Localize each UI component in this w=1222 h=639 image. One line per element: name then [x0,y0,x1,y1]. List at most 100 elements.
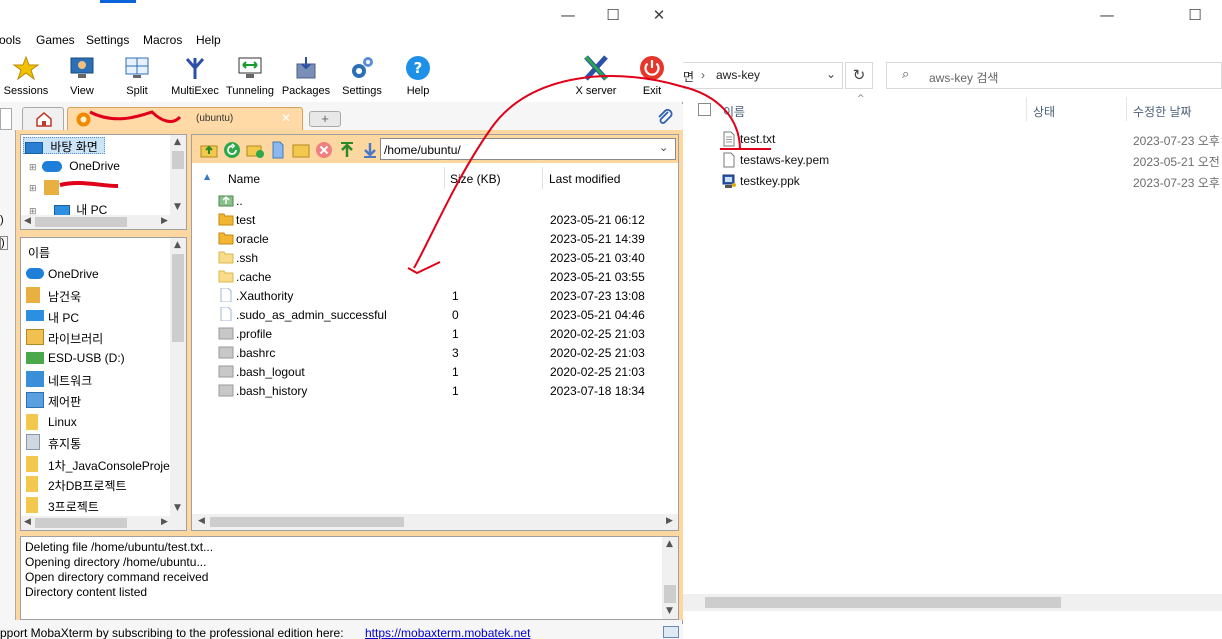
menu-macros[interactable]: Macros [143,33,182,47]
column-name[interactable]: 이름 [723,103,745,120]
scroll-down-icon[interactable]: ▼ [174,203,181,212]
scroll-left-icon[interactable]: ◀ [24,217,31,226]
file-row[interactable]: .bash_logout 1 2020-02-25 21:03 [192,362,676,381]
packages-button[interactable]: Packages [280,52,332,100]
menu-tools[interactable]: ools [0,33,21,47]
terminal-session-icon [76,112,91,127]
breadcrumb-partial[interactable]: 면 [683,68,694,85]
file-list-hscrollbar[interactable]: ◀ ▶ [192,514,678,530]
search-box[interactable]: ⌕ aws-key 검색 [886,62,1222,89]
file-row-ppk[interactable]: testkey.ppk 2023-07-23 오후 [683,171,1222,192]
scroll-down-icon[interactable]: ▼ [666,607,673,616]
file-row[interactable]: .profile 1 2020-02-25 21:03 [192,324,676,343]
file-name: .bashrc [236,346,276,360]
refresh-icon[interactable] [223,141,241,159]
file-row[interactable]: .bashrc 3 2020-02-25 21:03 [192,343,676,362]
moba-close-button[interactable]: ✕ [636,0,682,30]
x-server-button[interactable]: X server [570,52,622,100]
file-row[interactable]: .bash_history 1 2023-07-18 18:34 [192,381,676,400]
menu-games[interactable]: Games [36,33,75,47]
column-status[interactable]: 상태 [1033,103,1055,120]
file-row[interactable]: .ssh 2023-05-21 03:40 [192,248,676,267]
scrollbar-thumb[interactable] [664,585,676,603]
column-name[interactable]: Name [228,172,260,186]
home-tab[interactable] [22,107,64,130]
subscribe-link[interactable]: https://mobaxterm.mobatek.net [365,626,530,639]
file-row-pem[interactable]: testaws-key.pem 2023-05-21 오전 [683,150,1222,171]
breadcrumb-aws-key[interactable]: aws-key [716,68,760,82]
close-tab-icon[interactable]: ✕ [281,111,291,125]
folder-icon[interactable] [292,141,310,159]
scroll-up-icon[interactable]: ▲ [666,540,673,549]
sessions-button[interactable]: Sessions [0,52,52,100]
select-all-checkbox[interactable] [698,103,711,116]
new-file-icon[interactable] [269,141,287,159]
scrollbar-thumb[interactable] [210,517,404,527]
parent-directory-icon[interactable] [200,141,218,159]
column-size[interactable]: Size (KB) [450,172,501,186]
new-tab-button[interactable]: + [309,111,341,127]
column-modified[interactable]: 수정한 날짜 [1133,103,1192,120]
file-row[interactable]: .cache 2023-05-21 03:55 [192,267,676,286]
tree-item-desktop[interactable]: 바탕 화면 [25,138,98,155]
file-row[interactable]: .. [192,191,676,210]
view-button[interactable]: View [58,52,106,100]
column-divider[interactable] [542,167,543,189]
log-vscrollbar[interactable]: ▲ ▼ [662,537,678,619]
paperclip-icon[interactable] [655,107,675,127]
scrollbar-thumb[interactable] [705,597,1061,608]
file-row[interactable]: .sudo_as_admin_successful 0 2023-05-21 04:… [192,305,676,324]
explorer-maximize-button[interactable]: ☐ [1172,0,1218,30]
column-modified[interactable]: Last modified [549,172,620,186]
column-divider[interactable] [444,167,445,189]
chevron-down-icon[interactable]: ⌄ [826,67,836,81]
tree-vscrollbar[interactable]: ▲ ▼ [170,135,186,215]
help-button[interactable]: ? Help [396,52,440,100]
tree-hscrollbar[interactable]: ◀ ▶ [21,215,186,229]
session-tab-ubuntu[interactable]: (ubuntu) ✕ [67,107,303,131]
column-divider[interactable] [1026,97,1027,121]
tree-item-onedrive[interactable]: ⊞ OneDrive [29,159,120,173]
settings-button[interactable]: Settings [336,52,388,100]
moba-maximize-button[interactable]: ☐ [590,0,636,30]
tunneling-button[interactable]: Tunneling [224,52,276,100]
expand-icon[interactable]: ⊞ [29,163,37,173]
download-icon[interactable] [361,141,379,159]
scroll-right-icon[interactable]: ▶ [666,517,673,526]
scroll-left-icon[interactable]: ◀ [198,517,205,526]
exit-button[interactable]: Exit [630,52,674,100]
file-row[interactable]: oracle 2023-05-21 14:39 [192,229,676,248]
refresh-button[interactable]: ↻ [845,62,873,89]
tree-item-user[interactable]: ⊞ [29,180,59,196]
scrollbar-thumb[interactable] [172,151,184,169]
multiexec-button[interactable]: MultiExec [166,52,224,100]
path-combobox[interactable]: /home/ubuntu/ ⌄ [380,138,676,160]
scroll-right-icon[interactable]: ▶ [161,217,168,226]
expand-icon[interactable]: ⊞ [29,184,37,194]
scroll-right-icon[interactable]: ▶ [161,518,168,527]
scroll-down-icon[interactable]: ▼ [174,504,181,513]
explorer-minimize-button[interactable]: — [1084,0,1130,30]
split-button[interactable]: Split [114,52,160,100]
new-folder-icon[interactable] [246,141,264,159]
delete-icon[interactable] [315,141,333,159]
chevron-down-icon[interactable]: ⌄ [659,141,668,154]
scrollbar-thumb[interactable] [35,518,127,528]
scroll-up-icon[interactable]: ▲ [174,241,181,250]
upload-icon[interactable] [338,141,356,159]
horizontal-scrollbar[interactable] [683,594,1222,611]
scrollbar-thumb[interactable] [172,254,184,342]
column-divider[interactable] [1126,97,1127,121]
file-row-test-txt[interactable]: test.txt 2023-07-23 오후 [683,129,1222,150]
locations-hscrollbar[interactable]: ◀ ▶ [21,516,186,530]
scrollbar-thumb[interactable] [35,217,127,227]
locations-vscrollbar[interactable]: ▲ ▼ [170,238,186,516]
file-row[interactable]: .Xauthority 1 2023-07-23 13:08 [192,286,676,305]
menu-settings[interactable]: Settings [86,33,129,47]
scroll-left-icon[interactable]: ◀ [24,518,31,527]
moba-minimize-button[interactable]: — [545,0,591,30]
scroll-up-icon[interactable]: ▲ [174,138,181,147]
menu-help[interactable]: Help [196,33,221,47]
file-row[interactable]: test 2023-05-21 06:12 [192,210,676,229]
address-bar[interactable]: 면 › aws-key ⌄ [683,62,843,89]
